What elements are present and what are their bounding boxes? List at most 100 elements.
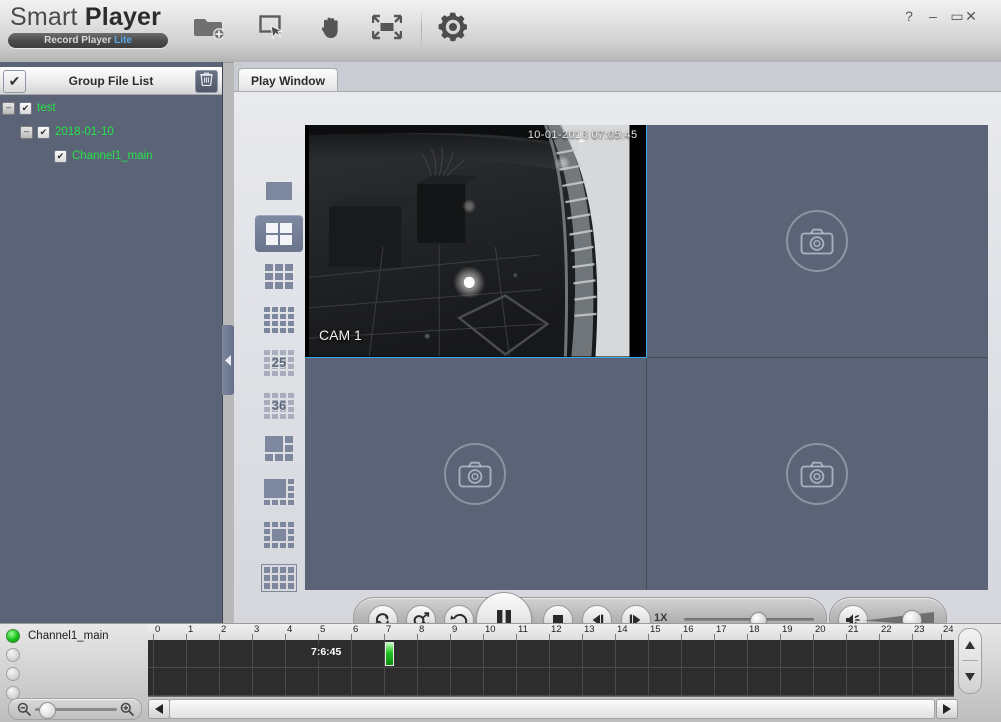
trash-icon	[200, 72, 213, 91]
select-all-checkbox[interactable]: ✔	[3, 70, 26, 93]
camera-placeholder	[444, 442, 507, 505]
ruler-tick-label: 22	[881, 624, 892, 635]
ruler-tick-label: 13	[584, 624, 595, 635]
tree-node-date[interactable]: – ✔ 2018-01-10	[0, 120, 222, 144]
layout-preview	[261, 563, 297, 592]
speed-slider[interactable]	[684, 612, 814, 629]
close-icon: ✕	[965, 8, 977, 24]
layout-button-36[interactable]: 36	[255, 387, 303, 424]
open-folder-button[interactable]	[186, 6, 232, 52]
layout-button-8-split[interactable]	[255, 473, 303, 510]
layout-button-1[interactable]	[255, 172, 303, 209]
ruler-tick-label: 15	[650, 624, 661, 635]
help-label: ?	[905, 8, 913, 24]
channel-indicator	[6, 629, 20, 643]
layout-preview	[264, 478, 294, 505]
group-file-list-header: Group File List ✔	[0, 67, 222, 95]
timeline-zoom-control	[8, 698, 142, 720]
scroll-left-button[interactable]	[148, 699, 170, 719]
help-button[interactable]: ?	[898, 6, 920, 26]
app-title-light: Smart	[10, 3, 85, 31]
camera-icon	[800, 228, 834, 255]
expander-icon[interactable]: –	[20, 125, 33, 139]
zoom-in-button[interactable]	[120, 702, 134, 716]
timeline-ruler[interactable]: 0 1 2 3 4 5 6 7 8 9 10 11 12 13 14 15 16…	[148, 624, 954, 641]
scroll-right-button[interactable]	[936, 699, 958, 719]
ruler-tick-label: 16	[683, 624, 694, 635]
ruler-tick-label: 5	[320, 624, 326, 635]
ruler-tick-label: 4	[287, 624, 293, 635]
play-panel: 25 36 10-01-2018 07:05:45 CAM 1 1X	[234, 91, 1001, 648]
video-cell-2[interactable]	[646, 125, 988, 358]
zoom-out-button[interactable]	[17, 702, 31, 716]
hand-tool-button[interactable]	[308, 6, 354, 52]
minimize-button[interactable]: –	[922, 6, 944, 26]
layout-button-custom[interactable]	[255, 559, 303, 596]
ruler-tick-label: 23	[914, 624, 925, 635]
tree-node-label: 2018-01-10	[55, 126, 114, 138]
app-title: Smart Player	[8, 2, 184, 32]
timeline-channel-row[interactable]	[0, 667, 148, 681]
tree-node-test[interactable]: – ✔ test	[0, 96, 222, 120]
zoom-slider[interactable]	[35, 702, 117, 719]
fit-window-button[interactable]	[364, 6, 410, 52]
scroll-up-button[interactable]	[959, 629, 981, 660]
settings-button[interactable]	[430, 6, 476, 52]
ruler-tick-label: 8	[419, 624, 425, 635]
video-frame: 10-01-2018 07:05:45 CAM 1	[305, 125, 646, 357]
video-cell-4[interactable]	[647, 358, 989, 591]
channel-indicator	[6, 667, 20, 681]
video-grid: 10-01-2018 07:05:45 CAM 1	[305, 125, 988, 590]
video-camera-label: CAM 1	[319, 326, 362, 343]
timeline-channel-row[interactable]	[0, 648, 148, 662]
timeline-channel-row[interactable]: Channel1_main	[0, 629, 148, 643]
timeline-current-time: 7:6:45	[308, 645, 345, 659]
chevron-left-icon	[224, 354, 231, 366]
tab-strip: Play Window	[234, 68, 1001, 93]
sidebar-collapse-handle[interactable]	[222, 325, 234, 395]
timeline-panel: Channel1_main 0 1 2 3 4 5 6 7 8 9 10 11 …	[0, 623, 1001, 722]
expander-icon[interactable]: –	[2, 101, 15, 115]
ruler-tick-label: 1	[188, 624, 194, 635]
horizontal-scroll-thumb[interactable]	[169, 699, 935, 719]
layout-button-13-split[interactable]	[255, 516, 303, 553]
ruler-tick-label: 2	[221, 624, 227, 635]
layout-button-9[interactable]	[255, 258, 303, 295]
layout-button-16[interactable]	[255, 301, 303, 338]
tree-checkbox[interactable]: ✔	[19, 101, 32, 115]
layout-button-6-split[interactable]	[255, 430, 303, 467]
scroll-down-button[interactable]	[959, 661, 981, 692]
layout-preview	[264, 306, 294, 333]
check-glyph: ✔	[8, 73, 21, 89]
layout-count-label: 36	[271, 398, 287, 413]
video-cell-3[interactable]	[305, 357, 647, 590]
timeline-playhead[interactable]	[385, 642, 394, 666]
timeline-vertical-scroll	[958, 628, 982, 694]
tree-node-channel[interactable]: ✔ Channel1_main	[0, 144, 222, 168]
layout-button-25[interactable]: 25	[255, 344, 303, 381]
badge-lite: Lite	[114, 35, 132, 46]
channel-label: Channel1_main	[28, 630, 109, 642]
settings-gear-icon	[436, 10, 470, 49]
tab-play-window[interactable]: Play Window	[238, 68, 338, 93]
timeline-tracks[interactable]: 7:6:45	[148, 640, 954, 697]
layout-preview	[264, 521, 294, 548]
ruler-tick-label: 24	[943, 624, 954, 635]
tree-checkbox[interactable]: ✔	[37, 125, 50, 139]
ruler-tick-label: 11	[518, 624, 528, 635]
select-tool-button[interactable]	[250, 6, 296, 52]
triangle-down-icon	[965, 672, 975, 681]
tree-checkbox[interactable]: ✔	[54, 149, 67, 163]
ruler-tick-label: 20	[815, 624, 826, 635]
triangle-left-icon	[155, 704, 163, 714]
zoom-slider-knob[interactable]	[39, 702, 56, 719]
layout-preview	[265, 436, 293, 461]
zoom-in-icon	[120, 702, 134, 716]
timeline-track-row[interactable]: 7:6:45	[148, 640, 954, 668]
video-cell-1[interactable]: 10-01-2018 07:05:45 CAM 1	[305, 125, 647, 358]
timeline-track-row[interactable]	[148, 668, 954, 696]
ruler-tick-label: 10	[485, 624, 496, 635]
close-button[interactable]: ✕	[960, 6, 982, 26]
delete-group-button[interactable]	[195, 70, 218, 93]
layout-button-4[interactable]	[255, 215, 303, 252]
